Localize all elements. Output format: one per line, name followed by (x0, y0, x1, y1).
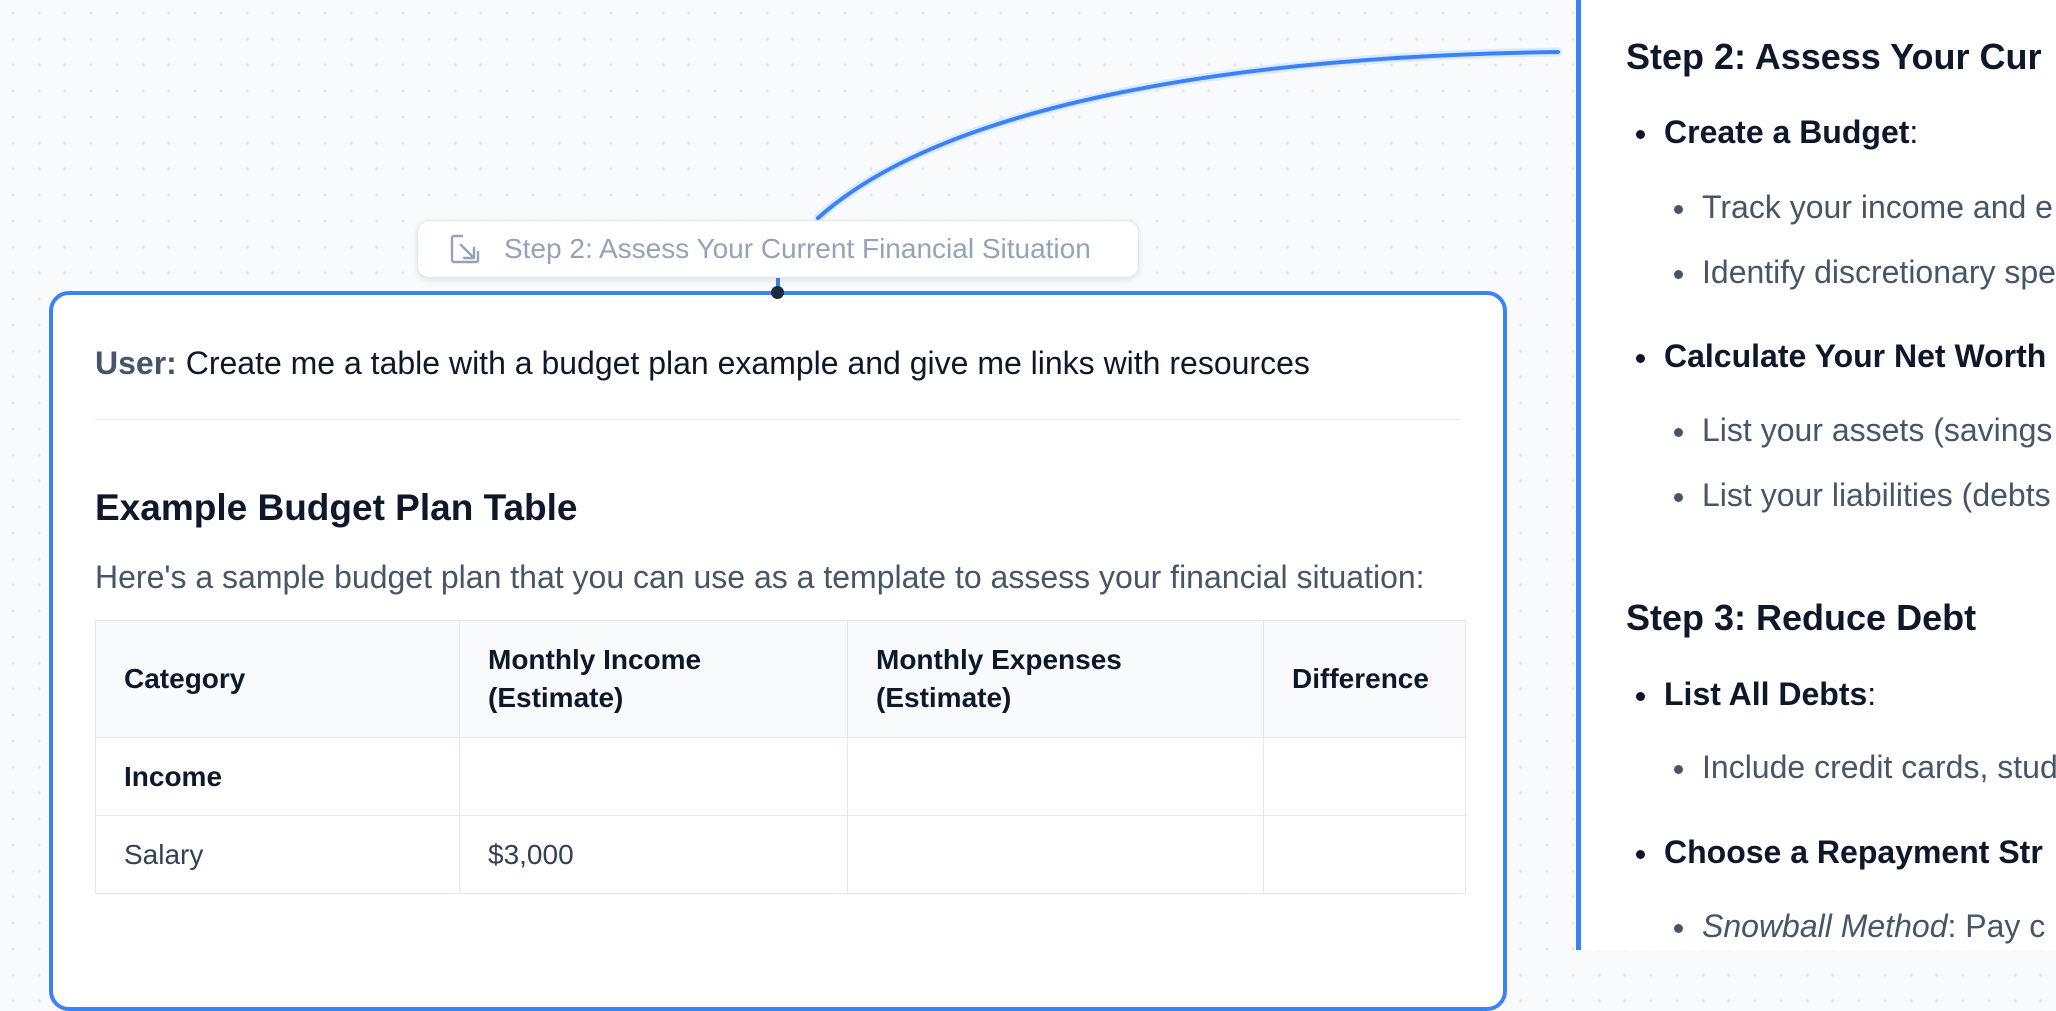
document-side-panel[interactable]: Step 2: Assess Your Cur Create a Budget:… (1576, 0, 2056, 950)
table-cell: Salary (95, 815, 460, 894)
table-header-cell: Monthly Income (Estimate) (459, 620, 848, 738)
table-header-cell: Category (95, 620, 460, 738)
budget-table: Category Monthly Income (Estimate) Month… (95, 620, 1466, 894)
list-item-repayment: Choose a Repayment Str (1636, 834, 2043, 870)
list-item-label: List All Debts (1664, 676, 1868, 712)
chat-message-card[interactable]: User: Create me a table with a budget pl… (49, 291, 1507, 1011)
arrow-down-right-square-icon (450, 234, 480, 264)
table-cell: $3,000 (459, 815, 848, 894)
step2-heading: Step 2: Assess Your Cur (1626, 36, 2042, 77)
step-reference-chip[interactable]: Step 2: Assess Your Current Financial Si… (417, 220, 1139, 278)
table-header-cell: Difference (1263, 620, 1466, 738)
list-item-liabilities: List your liabilities (debts (1674, 477, 2051, 513)
user-prompt: User: Create me a table with a budget pl… (95, 343, 1461, 383)
list-item-snowball: Snowball Method: Pay c (1673, 908, 2046, 945)
list-item-include: Include credit cards, stud (1674, 749, 2056, 785)
list-item-create-budget: Create a Budget: (1635, 114, 1919, 151)
table-header-row: Category Monthly Income (Estimate) Month… (95, 620, 1466, 738)
table-cell (847, 737, 1264, 816)
list-item-colon: : (1909, 114, 1919, 150)
table-cell (459, 737, 848, 816)
snowball-term: Snowball Method (1702, 908, 1948, 944)
table-header-cell: Monthly Expenses (Estimate) (847, 620, 1264, 738)
table-cell (1263, 815, 1466, 894)
user-prompt-text: Create me a table with a budget plan exa… (185, 345, 1310, 381)
step-reference-label: Step 2: Assess Your Current Financial Si… (504, 233, 1091, 264)
table-cell: Income (95, 737, 460, 816)
divider (95, 419, 1461, 420)
table-cell (847, 815, 1264, 894)
response-intro: Here's a sample budget plan that you can… (95, 559, 1425, 595)
list-item-colon: : (1867, 676, 1877, 712)
user-label: User: (95, 345, 177, 381)
snowball-text: : Pay c (1947, 908, 2046, 944)
table-row: Income (95, 737, 1466, 816)
list-item-assets: List your assets (savings (1673, 412, 2053, 448)
step3-heading: Step 3: Reduce Debt (1626, 597, 1977, 638)
table-row: Salary $3,000 (95, 815, 1466, 894)
list-item-list-debts: List All Debts: (1635, 676, 1877, 713)
response-heading: Example Budget Plan Table (95, 487, 578, 528)
list-item-net-worth: Calculate Your Net Worth (1635, 338, 2047, 374)
table-cell (1263, 737, 1466, 816)
list-item-track: Track your income and e (1674, 189, 2053, 225)
connector-anchor-dot[interactable] (771, 286, 784, 299)
list-item-label: Create a Budget (1664, 114, 1910, 150)
list-item-identify: Identify discretionary spe (1674, 254, 2056, 290)
